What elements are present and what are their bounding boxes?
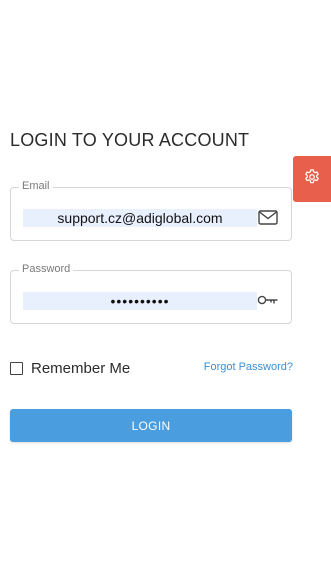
remember-me-checkbox[interactable] bbox=[10, 362, 23, 375]
remember-me[interactable]: Remember Me bbox=[10, 360, 130, 377]
gear-icon bbox=[303, 168, 321, 191]
page-title: LOGIN TO YOUR ACCOUNT bbox=[10, 130, 250, 150]
login-button[interactable]: LOGIN bbox=[10, 409, 292, 442]
password-input[interactable] bbox=[23, 292, 257, 310]
login-page: LOGIN TO YOUR ACCOUNT Email Password bbox=[0, 0, 331, 585]
remember-me-label: Remember Me bbox=[31, 360, 131, 377]
envelope-icon bbox=[257, 208, 279, 226]
email-field: Email bbox=[10, 180, 292, 241]
forgot-password-link[interactable]: Forgot Password? bbox=[204, 361, 293, 373]
email-label: Email bbox=[19, 180, 53, 192]
key-icon bbox=[257, 291, 279, 309]
email-input[interactable] bbox=[23, 209, 257, 227]
settings-button[interactable] bbox=[293, 156, 331, 202]
password-label: Password bbox=[19, 263, 74, 275]
password-field: Password bbox=[10, 263, 292, 324]
